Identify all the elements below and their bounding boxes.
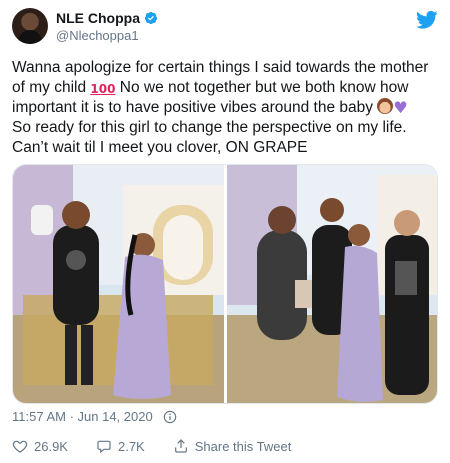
tweet-line-2a: of my child — [12, 79, 87, 96]
heart-icon — [12, 440, 28, 453]
hundred-points-emoji: 100 — [90, 82, 116, 96]
tweet-media[interactable] — [12, 164, 438, 404]
name-row: NLE Choppa — [56, 10, 158, 26]
display-name[interactable]: NLE Choppa — [56, 10, 140, 26]
tweet-line-1: Wanna apologize for certain things I sai… — [12, 59, 429, 76]
tweet-line-3a: important it is to have positive vibes a… — [12, 99, 374, 116]
tweet-card: NLE Choppa @Nlechoppa1 Wanna apologize f… — [0, 0, 450, 463]
share-icon — [174, 439, 187, 453]
tweet-line-4: So ready for this girl to change the per… — [12, 119, 407, 136]
like-count: 26.9K — [34, 438, 68, 454]
tweet-actions: 26.9K 2.7K Share this Tweet — [12, 438, 319, 454]
share-button[interactable]: Share this Tweet — [173, 438, 292, 454]
user-info[interactable]: NLE Choppa @Nlechoppa1 — [56, 10, 158, 43]
tweet-header: NLE Choppa @Nlechoppa1 — [12, 8, 438, 52]
timestamp[interactable]: 11:57 AM · Jun 14, 2020 — [12, 409, 153, 424]
reply-button[interactable]: 2.7K — [96, 438, 145, 454]
like-button[interactable]: 26.9K — [12, 438, 68, 454]
baby-shower-couple-photo[interactable] — [13, 165, 224, 404]
tweet-line-3: important it is to have positive vibes a… — [12, 98, 438, 118]
verified-badge-icon — [144, 11, 158, 25]
tweet-text: Wanna apologize for certain things I sai… — [12, 58, 438, 158]
baby-shower-family-photo[interactable] — [227, 165, 438, 404]
tweet-line-5: Can’t wait til I meet you clover, ON GRA… — [12, 139, 308, 156]
tweet-line-2: of my child 100 No we not together but w… — [12, 78, 438, 98]
avatar[interactable] — [12, 8, 48, 44]
tweet-meta: 11:57 AM · Jun 14, 2020 — [12, 409, 177, 424]
twitter-bird-icon[interactable] — [416, 10, 438, 30]
user-handle[interactable]: @Nlechoppa1 — [56, 28, 158, 43]
reply-bubble-icon — [97, 440, 111, 454]
tweet-line-2b: No we not together but we both know how — [119, 79, 409, 96]
purple-heart-icon: ♥ — [393, 98, 408, 117]
share-label: Share this Tweet — [194, 438, 292, 454]
girl-emoji-icon — [377, 98, 394, 114]
info-icon[interactable] — [163, 410, 177, 424]
reply-count: 2.7K — [117, 438, 145, 454]
